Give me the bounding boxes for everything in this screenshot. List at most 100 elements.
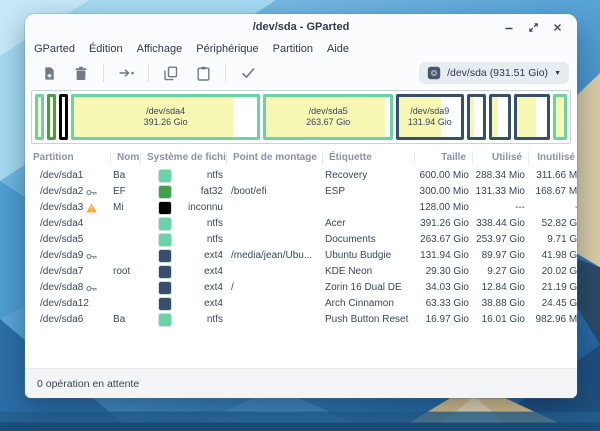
statusbar: 0 opération en attente — [25, 368, 577, 398]
new-partition-button[interactable] — [36, 61, 62, 85]
table-row[interactable]: /dev/sda12 ext4 Arch Cinnamon63.33 Gio38.8… — [25, 296, 577, 312]
titlebar[interactable]: /dev/sda - GParted — [25, 14, 577, 40]
partition-name: /dev/sda12 — [25, 296, 111, 312]
hard-drive-icon — [427, 66, 441, 80]
filesystem-name: ext4 — [171, 296, 227, 312]
menu-item-3[interactable]: Périphérique — [189, 42, 265, 56]
partition-nom: Ba — [111, 168, 141, 184]
menu-item-1[interactable]: Édition — [82, 42, 130, 56]
partition-label: KDE Neon — [323, 264, 415, 280]
table-header: Partition Nom Système de fichiers Point … — [25, 148, 577, 168]
table-row[interactable]: /dev/sda6BantfsPush Button Reset16.97 Gi… — [25, 312, 577, 328]
filesystem-color-swatch — [159, 282, 171, 294]
filesystem-name: ext4 — [171, 248, 227, 264]
partition-name: /dev/sda6 — [25, 312, 111, 328]
column-header-nom[interactable]: Nom — [111, 151, 141, 165]
partition-name: /dev/sda3 — [25, 200, 111, 216]
column-header-filesystem[interactable]: Système de fichiers — [141, 151, 227, 165]
paste-icon — [197, 66, 210, 81]
filesystem-cell: ext4 — [141, 248, 227, 264]
used-space-fill — [470, 97, 474, 137]
filesystem-color-swatch — [159, 202, 171, 214]
partition-used: 38.88 Gio — [473, 296, 529, 312]
column-header-unused[interactable]: Inutilisé — [529, 151, 577, 165]
apply-operations-button[interactable] — [235, 61, 261, 85]
disk-segment-sda7[interactable] — [467, 94, 487, 140]
menu-item-5[interactable]: Aide — [320, 42, 356, 56]
disk-segment-sda6[interactable] — [553, 94, 567, 140]
partition-used: 16.01 Gio — [473, 312, 529, 328]
table-row[interactable]: /dev/sda8ext4/Zorin 16 Dual DE34.03 Gio1… — [25, 280, 577, 296]
partition-used: 253.97 Gio — [473, 232, 529, 248]
warning-icon — [86, 203, 97, 213]
table-row[interactable]: /dev/sda9ext4/media/jean/Ubu...Ubuntu Bu… — [25, 248, 577, 264]
filesystem-cell: ext4 — [141, 264, 227, 280]
disk-segment-sda4[interactable]: /dev/sda4391.26 Gio — [71, 94, 260, 140]
table-row[interactable]: /dev/sda3Miinconnu128.00 Mio------ — [25, 200, 577, 216]
copy-partition-button[interactable] — [158, 61, 184, 85]
menu-item-2[interactable]: Affichage — [130, 42, 190, 56]
resize-arrow-icon — [118, 67, 135, 79]
partition-label: Zorin 16 Dual DE — [323, 280, 415, 296]
content-filler — [25, 328, 577, 368]
filesystem-cell: ntfs — [141, 232, 227, 248]
partition-used: 131.33 Mio — [473, 184, 529, 200]
partition-size: 391.26 Gio — [415, 216, 473, 232]
used-space-fill — [38, 97, 39, 137]
disk-segment-sda12[interactable] — [514, 94, 550, 140]
minimize-button[interactable] — [501, 19, 517, 35]
partition-size: 600.00 Mio — [415, 168, 473, 184]
disk-segment-sda2[interactable] — [47, 94, 56, 140]
table-row[interactable]: /dev/sda7rootext4KDE Neon29.30 Gio9.27 G… — [25, 264, 577, 280]
filesystem-color-swatch — [159, 298, 171, 310]
desktop: /dev/sda - GParted GPartedÉditionAfficha… — [0, 0, 600, 431]
restore-button[interactable] — [525, 19, 541, 35]
column-header-mountpoint[interactable]: Point de montage — [227, 151, 323, 165]
partition-label: Recovery — [323, 168, 415, 184]
column-header-size[interactable]: Taille — [415, 151, 473, 165]
filesystem-color-swatch — [159, 186, 171, 198]
menubar: GPartedÉditionAffichagePériphériqueParti… — [25, 40, 577, 58]
close-icon[interactable] — [549, 19, 565, 35]
disk-segment-sda5[interactable]: /dev/sda5263.67 Gio — [263, 94, 393, 140]
filesystem-name: fat32 — [171, 184, 227, 200]
disk-segment-sda9[interactable]: /dev/sda9131.94 Gio — [396, 94, 464, 140]
partition-size: 300.00 Mio — [415, 184, 473, 200]
partition-name: /dev/sda7 — [25, 264, 111, 280]
table-row[interactable]: /dev/sda4ntfsAcer391.26 Gio338.44 Gio52.… — [25, 216, 577, 232]
disk-segment-sda8[interactable] — [489, 94, 511, 140]
partition-size: 34.03 Gio — [415, 280, 473, 296]
delete-partition-button[interactable] — [68, 61, 94, 85]
partition-label: ESP — [323, 184, 415, 200]
filesystem-color-swatch — [159, 234, 171, 246]
table-body: /dev/sda1BantfsRecovery600.00 Mio288.34 … — [25, 168, 577, 328]
table-row[interactable]: /dev/sda1BantfsRecovery600.00 Mio288.34 … — [25, 168, 577, 184]
partition-size: 131.94 Gio — [415, 248, 473, 264]
filesystem-cell: ext4 — [141, 280, 227, 296]
partition-unused: 52.82 Gio — [529, 216, 577, 232]
used-space-fill — [556, 97, 563, 137]
used-space-fill — [50, 97, 51, 137]
menu-item-0[interactable]: GParted — [27, 42, 82, 56]
filesystem-cell: ntfs — [141, 312, 227, 328]
partition-used: --- — [473, 200, 529, 216]
disk-visual-bar: /dev/sda4391.26 Gio/dev/sda5263.67 Gio/d… — [31, 90, 571, 144]
column-header-label[interactable]: Étiquette — [323, 151, 415, 165]
partition-name: /dev/sda1 — [25, 168, 111, 184]
key-icon — [86, 284, 97, 293]
partition-unused: 21.19 Gio — [529, 280, 577, 296]
column-header-used[interactable]: Utilisé — [473, 151, 529, 165]
device-selector[interactable]: /dev/sda (931.51 Gio) ▼ — [419, 62, 569, 84]
partition-label: Arch Cinnamon — [323, 296, 415, 312]
menu-item-4[interactable]: Partition — [266, 42, 320, 56]
resize-move-button[interactable] — [113, 61, 139, 85]
disk-segment-sda1[interactable] — [35, 94, 44, 140]
table-row[interactable]: /dev/sda5ntfsDocuments263.67 Gio253.97 G… — [25, 232, 577, 248]
column-header-partition[interactable]: Partition — [25, 151, 111, 165]
table-row[interactable]: /dev/sda2EFfat32/boot/efiESP300.00 Mio13… — [25, 184, 577, 200]
checkmark-icon — [241, 67, 256, 79]
partition-size: 63.33 Gio — [415, 296, 473, 312]
disk-segment-label: /dev/sda4391.26 Gio — [74, 97, 257, 137]
paste-partition-button[interactable] — [190, 61, 216, 85]
disk-segment-sda3[interactable] — [59, 94, 68, 140]
